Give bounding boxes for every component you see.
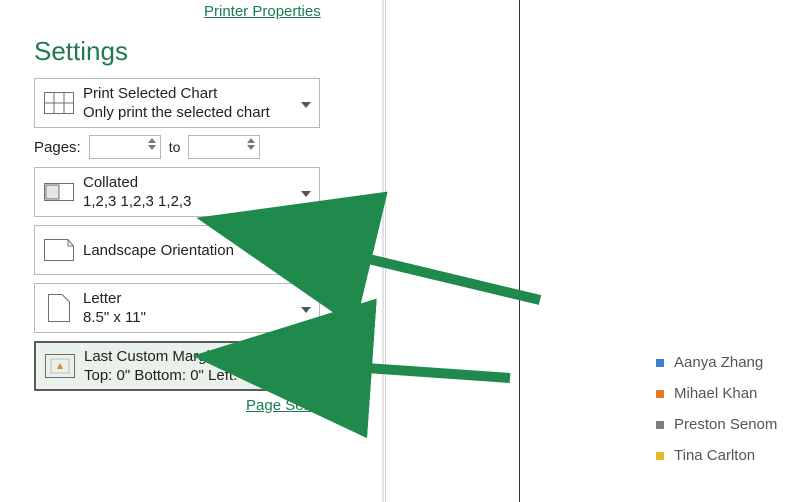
margins-dropdown[interactable]: Last Custom Margins Setting Top: 0" Bott… bbox=[34, 341, 320, 391]
paper-size-title: Letter bbox=[83, 289, 319, 308]
chevron-down-icon bbox=[301, 300, 311, 316]
orientation-title: Landscape Orientation bbox=[83, 241, 319, 260]
collation-subtitle: 1,2,3 1,2,3 1,2,3 bbox=[83, 192, 319, 211]
annotation-arrow-orientation bbox=[352, 255, 540, 300]
spinner-down-icon[interactable] bbox=[247, 145, 255, 150]
print-chart-icon bbox=[35, 79, 83, 127]
margins-icon bbox=[36, 343, 84, 389]
orientation-dropdown[interactable]: Landscape Orientation bbox=[34, 225, 320, 275]
settings-heading: Settings bbox=[34, 36, 128, 67]
pages-row: Pages: to bbox=[34, 135, 260, 159]
legend-label: Tina Carlton bbox=[674, 447, 755, 464]
pages-to-label: to bbox=[169, 139, 181, 155]
collated-icon bbox=[35, 168, 83, 216]
collation-title: Collated bbox=[83, 173, 319, 192]
legend-item: Mihael Khan bbox=[656, 385, 777, 402]
chart-legend: Aanya Zhang Mihael Khan Preston Senom Tina … bbox=[656, 354, 777, 464]
paper-size-dropdown[interactable]: Letter 8.5" x 11" bbox=[34, 283, 320, 333]
legend-swatch bbox=[656, 390, 664, 398]
print-what-title: Print Selected Chart bbox=[83, 84, 319, 103]
legend-label: Preston Senom bbox=[674, 416, 777, 433]
print-what-subtitle: Only print the selected chart bbox=[83, 103, 319, 122]
legend-swatch bbox=[656, 359, 664, 367]
printer-properties-link[interactable]: Printer Properties bbox=[204, 3, 321, 20]
chevron-down-icon bbox=[301, 242, 311, 258]
landscape-icon bbox=[35, 226, 83, 274]
margins-subtitle: Top: 0" Bottom: 0" Left: 0" Ri… bbox=[84, 366, 318, 385]
preview-pane-edge bbox=[382, 0, 386, 502]
legend-item: Tina Carlton bbox=[656, 447, 777, 464]
chevron-down-icon bbox=[301, 95, 311, 111]
pages-label: Pages: bbox=[34, 139, 81, 156]
chevron-down-icon bbox=[301, 184, 311, 200]
page-setup-link[interactable]: Page Setup bbox=[246, 397, 324, 414]
page-icon bbox=[35, 284, 83, 332]
legend-label: Aanya Zhang bbox=[674, 354, 763, 371]
annotation-arrow-margins bbox=[352, 367, 510, 378]
paper-size-subtitle: 8.5" x 11" bbox=[83, 308, 319, 327]
legend-item: Aanya Zhang bbox=[656, 354, 777, 371]
spinner-up-icon[interactable] bbox=[148, 138, 156, 143]
chevron-down-icon bbox=[300, 358, 310, 374]
collation-dropdown[interactable]: Collated 1,2,3 1,2,3 1,2,3 bbox=[34, 167, 320, 217]
legend-swatch bbox=[656, 452, 664, 460]
spinner-up-icon[interactable] bbox=[247, 138, 255, 143]
legend-item: Preston Senom bbox=[656, 416, 777, 433]
print-what-dropdown[interactable]: Print Selected Chart Only print the sele… bbox=[34, 78, 320, 128]
legend-swatch bbox=[656, 421, 664, 429]
legend-label: Mihael Khan bbox=[674, 385, 757, 402]
pages-to-input[interactable] bbox=[188, 135, 260, 159]
margins-title: Last Custom Margins Setting bbox=[84, 347, 318, 366]
pages-from-input[interactable] bbox=[89, 135, 161, 159]
spinner-down-icon[interactable] bbox=[148, 145, 156, 150]
